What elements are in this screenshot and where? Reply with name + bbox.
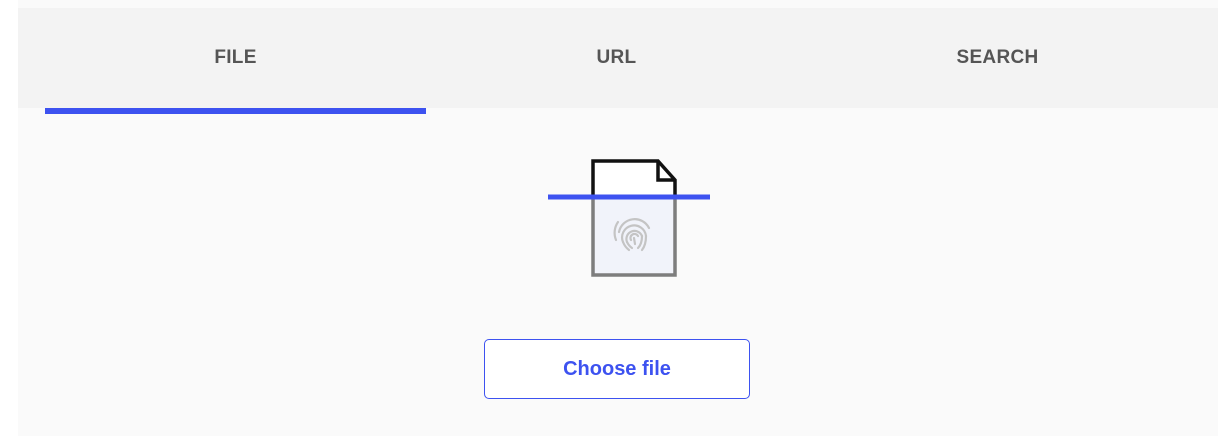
tab-file-label: FILE (214, 47, 257, 68)
tab-search-label: SEARCH (956, 47, 1039, 68)
fingerprint-document-scan-icon (548, 159, 710, 277)
choose-file-button[interactable]: Choose file (484, 339, 750, 399)
tab-url-label: URL (596, 47, 637, 68)
tab-bar: FILE URL SEARCH (18, 8, 1218, 114)
tab-search[interactable]: SEARCH (807, 8, 1188, 108)
tab-file[interactable]: FILE (45, 8, 426, 108)
upload-panel: FILE URL SEARCH Choose file (18, 0, 1218, 436)
active-tab-indicator (45, 108, 426, 114)
tab-url[interactable]: URL (426, 8, 807, 108)
